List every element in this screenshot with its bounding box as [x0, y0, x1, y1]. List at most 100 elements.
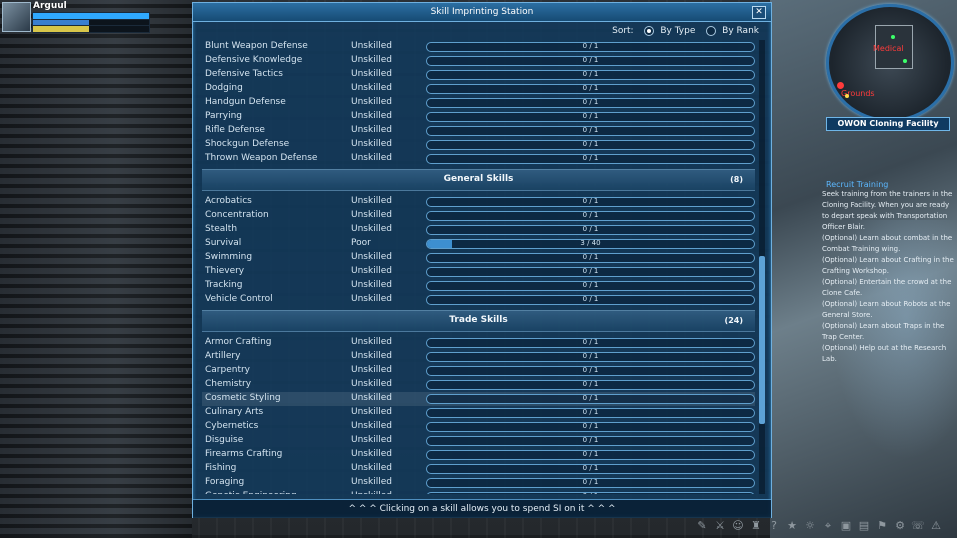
skill-progress-bar: 0 / 1 [426, 366, 755, 376]
skill-row[interactable]: Defensive Tactics Unskilled 0 / 1 [202, 68, 755, 82]
minimap-label-medical: Medical [873, 44, 904, 53]
skill-name: Artillery [205, 351, 241, 361]
skill-row[interactable]: Thievery Unskilled 0 / 1 [202, 265, 755, 279]
skill-status: Unskilled [351, 463, 392, 473]
skill-status: Unskilled [351, 139, 392, 149]
skill-name: Disguise [205, 435, 244, 445]
main-toolbar: ✎ ⚔ ☺ ♜? ★ ☼ ⌖ ▣ ▤ ⚑ ⚙ ☏ ⚠ [695, 517, 957, 538]
skill-row[interactable]: Cosmetic Styling Unskilled 0 / 1 [202, 392, 755, 406]
quest-line: (Optional) Learn about Crafting in the C… [822, 256, 954, 275]
skill-name: Acrobatics [205, 196, 252, 206]
question-icon[interactable]: ? [767, 519, 781, 533]
sort-by-type-label[interactable]: By Type [660, 26, 695, 36]
skill-progress-text: 0 / 1 [582, 253, 599, 261]
skill-name: Chemistry [205, 379, 252, 389]
skill-name: Survival [205, 238, 242, 248]
skill-name: Defensive Tactics [205, 69, 283, 79]
player-frame[interactable]: Arguul [0, 0, 152, 34]
chat-icon[interactable]: ☏ [911, 519, 925, 533]
skill-row[interactable]: Disguise Unskilled 0 / 1 [202, 434, 755, 448]
section-count: (24) [724, 316, 743, 325]
skill-progress-text: 0 / 1 [582, 70, 599, 78]
skill-progress-text: 0 / 1 [582, 450, 599, 458]
skill-row[interactable]: Tracking Unskilled 0 / 1 [202, 279, 755, 293]
star-icon[interactable]: ★ [785, 519, 799, 533]
skill-row[interactable]: Armor Crafting Unskilled 0 / 1 [202, 336, 755, 350]
skill-status: Unskilled [351, 210, 392, 220]
flag-icon[interactable]: ⚑ [875, 519, 889, 533]
quest-title[interactable]: Recruit Training [826, 180, 955, 189]
skill-row[interactable]: Handgun Defense Unskilled 0 / 1 [202, 96, 755, 110]
skill-row[interactable]: Foraging Unskilled 0 / 1 [202, 476, 755, 490]
section-header[interactable]: Trade Skills (24) [202, 310, 755, 332]
skill-name: Tracking [205, 280, 243, 290]
skill-row[interactable]: Culinary Arts Unskilled 0 / 1 [202, 406, 755, 420]
bulb-icon[interactable]: ☼ [803, 519, 817, 533]
sort-by-type-radio[interactable] [644, 26, 655, 36]
skill-progress-text: 0 / 1 [582, 84, 599, 92]
skill-row[interactable]: Rifle Defense Unskilled 0 / 1 [202, 124, 755, 138]
skill-progress-bar: 0 / 1 [426, 281, 755, 291]
scroll-thumb[interactable] [759, 256, 765, 424]
skill-progress-bar: 0 / 1 [426, 478, 755, 488]
skill-progress-bar: 0 / 1 [426, 140, 755, 150]
skill-progress-text: 0 / 1 [582, 267, 599, 275]
skill-name: Armor Crafting [205, 337, 272, 347]
skill-row[interactable]: Shockgun Defense Unskilled 0 / 1 [202, 138, 755, 152]
skill-row[interactable]: Artillery Unskilled 0 / 1 [202, 350, 755, 364]
skill-row[interactable]: Parrying Unskilled 0 / 1 [202, 110, 755, 124]
section-header[interactable]: General Skills (8) [202, 169, 755, 191]
skill-status: Unskilled [351, 393, 392, 403]
skill-progress-bar: 0 / 1 [426, 450, 755, 460]
skill-row[interactable]: Defensive Knowledge Unskilled 0 / 1 [202, 54, 755, 68]
skill-name: Handgun Defense [205, 97, 286, 107]
skill-status: Unskilled [351, 41, 392, 51]
warning-icon[interactable]: ⚠ [929, 519, 943, 533]
wrench-icon[interactable]: ✎ [695, 519, 709, 533]
skill-row[interactable]: Acrobatics Unskilled 0 / 1 [202, 195, 755, 209]
skill-row[interactable]: Vehicle Control Unskilled 0 / 1 [202, 293, 755, 307]
skill-row[interactable]: Cybernetics Unskilled 0 / 1 [202, 420, 755, 434]
skill-row[interactable]: Carpentry Unskilled 0 / 1 [202, 364, 755, 378]
skill-name: Defensive Knowledge [205, 55, 303, 65]
skill-row[interactable]: Blunt Weapon Defense Unskilled 0 / 1 [202, 40, 755, 54]
person-icon[interactable]: ☺ [731, 519, 745, 533]
chart-icon[interactable]: ▤ [857, 519, 871, 533]
bag-icon[interactable]: ▣ [839, 519, 853, 533]
skill-name: Shockgun Defense [205, 139, 290, 149]
skill-progress-text: 0 / 1 [582, 126, 599, 134]
skill-row[interactable]: Chemistry Unskilled 0 / 1 [202, 378, 755, 392]
skill-row[interactable]: Dodging Unskilled 0 / 1 [202, 82, 755, 96]
skill-name: Fishing [205, 463, 237, 473]
skill-row[interactable]: Thrown Weapon Defense Unskilled 0 / 1 [202, 152, 755, 166]
skill-row[interactable]: Genetic Engineering Unskilled 0 / 1 [202, 490, 755, 494]
skill-progress-bar: 0 / 1 [426, 42, 755, 52]
skill-row[interactable]: Survival Poor 3 / 40 [202, 237, 755, 251]
skill-progress-text: 0 / 1 [582, 380, 599, 388]
skill-row[interactable]: Stealth Unskilled 0 / 1 [202, 223, 755, 237]
close-button[interactable]: ✕ [752, 6, 766, 19]
skill-row[interactable]: Concentration Unskilled 0 / 1 [202, 209, 755, 223]
skill-row[interactable]: Firearms Crafting Unskilled 0 / 1 [202, 448, 755, 462]
sort-by-rank-radio[interactable] [706, 26, 717, 36]
skill-progress-bar: 0 / 1 [426, 267, 755, 277]
skill-imprinting-window: Skill Imprinting Station ✕ Sort: By Type… [192, 2, 772, 518]
avatar[interactable] [2, 2, 31, 32]
sort-by-rank-label[interactable]: By Rank [722, 26, 759, 36]
minimap[interactable]: Medical Grounds [826, 4, 954, 122]
gear-icon[interactable]: ⚙ [893, 519, 907, 533]
skill-status: Unskilled [351, 125, 392, 135]
skill-row[interactable]: Fishing Unskilled 0 / 1 [202, 462, 755, 476]
map-player-dot [845, 94, 849, 98]
skill-progress-bar: 0 / 1 [426, 295, 755, 305]
skill-progress-text: 0 / 1 [582, 338, 599, 346]
skill-status: Unskilled [351, 449, 392, 459]
skill-list-scrollbar[interactable] [759, 40, 765, 494]
quest-tracker[interactable]: Recruit Training Seek training from the … [822, 180, 955, 365]
map-icon[interactable]: ⌖ [821, 519, 835, 533]
trophy-icon[interactable]: ♜ [749, 519, 763, 533]
skill-progress-text: 0 / 1 [582, 281, 599, 289]
crossed-swords-icon[interactable]: ⚔ [713, 519, 727, 533]
skill-row[interactable]: Swimming Unskilled 0 / 1 [202, 251, 755, 265]
window-titlebar[interactable]: Skill Imprinting Station ✕ [193, 3, 771, 22]
